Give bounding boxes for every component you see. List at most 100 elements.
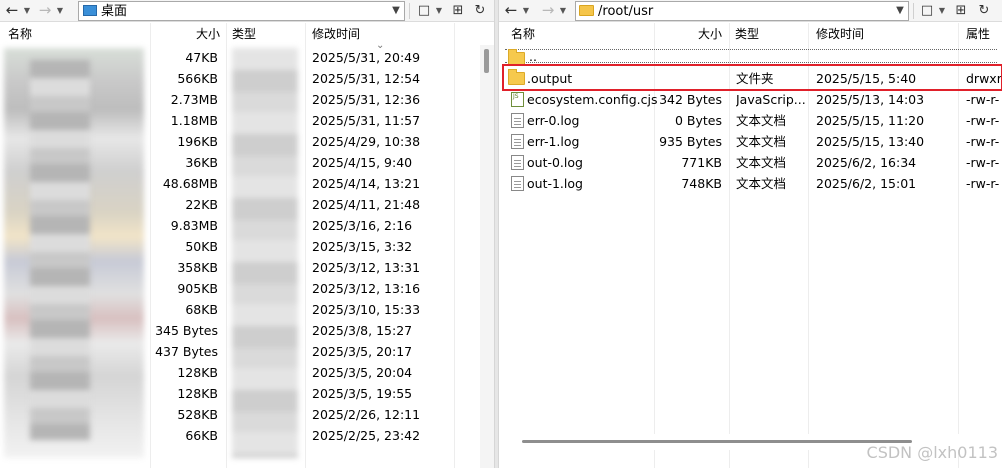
column-header-size[interactable]: 大小 (150, 23, 226, 45)
watermark: CSDN @lxh0113 (866, 443, 998, 462)
file-size: 771KB (681, 155, 722, 170)
file-attributes: -rw-r- (966, 176, 1000, 191)
scrollbar-thumb[interactable] (484, 49, 489, 73)
file-size: 48.68MB (162, 176, 218, 191)
left-column-header: 名称 大小 类型 修改时间 ⌄ (0, 23, 494, 51)
folder-icon (579, 5, 594, 16)
column-header-modified[interactable]: 修改时间 (306, 23, 366, 45)
file-size: 50KB (185, 239, 218, 254)
column-header-type[interactable]: 类型 (226, 23, 262, 45)
file-size: 128KB (177, 386, 218, 401)
table-row[interactable]: 905KB 2025/3/12, 13:16 (0, 278, 494, 299)
file-modified: 2025/5/31, 11:57 (312, 113, 421, 128)
right-path-text: /root/usr (598, 4, 654, 19)
file-size: 2.73MB (170, 92, 218, 107)
file-modified: 2025/5/15, 11:20 (816, 113, 925, 128)
bookmark-caret-icon[interactable]: ▼ (937, 0, 947, 22)
file-size: 22KB (185, 197, 218, 212)
file-type: 文本文档 (736, 134, 787, 149)
right-toolbar: ← ▼ → ▼ /root/usr ▼ □ ▼ ⊞ ↻ (499, 0, 1002, 22)
file-size: 748KB (681, 176, 722, 191)
table-row[interactable]: out-1.log 748KB 文本文档 2025/6/2, 15:01 -rw-r- (499, 173, 1002, 194)
right-path-box[interactable]: /root/usr ▼ (575, 1, 909, 21)
js-file-icon (511, 92, 524, 107)
file-name: err-0.log (527, 113, 580, 128)
path-dropdown-icon[interactable]: ▼ (388, 2, 404, 20)
refresh-icon[interactable]: ↻ (974, 1, 994, 21)
column-header-name[interactable]: 名称 (2, 23, 38, 45)
file-attributes: -rw-r- (966, 155, 1000, 170)
table-row[interactable]: 2.73MB 2025/5/31, 12:36 (0, 89, 494, 110)
forward-history-caret-icon[interactable]: ▼ (55, 0, 65, 22)
file-modified: 2025/3/5, 19:55 (312, 386, 413, 401)
table-row[interactable]: 566KB 2025/5/31, 12:54 (0, 68, 494, 89)
column-header-attributes[interactable]: 属性 (960, 23, 996, 45)
file-modified: 2025/3/5, 20:17 (312, 344, 413, 359)
file-modified: 2025/5/13, 14:03 (816, 92, 925, 107)
back-history-caret-icon[interactable]: ▼ (521, 0, 531, 22)
table-row[interactable]: 68KB 2025/3/10, 15:33 (0, 299, 494, 320)
file-type: 文本文档 (736, 176, 787, 191)
table-row[interactable]: 196KB 2025/4/29, 10:38 (0, 131, 494, 152)
new-folder-icon[interactable]: ⊞ (448, 1, 468, 21)
file-modified: 2025/4/29, 10:38 (312, 134, 421, 149)
column-header-type[interactable]: 类型 (729, 23, 765, 45)
file-modified: 2025/6/2, 16:34 (816, 155, 917, 170)
bookmark-icon[interactable]: □ (917, 1, 937, 21)
left-file-pane[interactable]: ← ▼ → ▼ 桌面 ▼ □ ▼ ⊞ ↻ 名称 大小 类型 修改时间 ⌄ 47K… (0, 0, 494, 468)
column-header-size[interactable]: 大小 (654, 23, 728, 45)
table-row[interactable]: 47KB 2025/5/31, 20:49 (0, 47, 494, 68)
table-row[interactable]: 528KB 2025/2/26, 12:11 (0, 404, 494, 425)
path-dropdown-icon[interactable]: ▼ (892, 2, 908, 20)
bookmark-icon[interactable]: □ (414, 1, 434, 21)
table-row[interactable]: 1.18MB 2025/5/31, 11:57 (0, 110, 494, 131)
forward-history-caret-icon[interactable]: ▼ (558, 0, 568, 22)
file-name: err-1.log (527, 134, 580, 149)
column-header-modified[interactable]: 修改时间 (810, 23, 870, 45)
file-size: 68KB (185, 302, 218, 317)
table-row[interactable]: 50KB 2025/3/15, 3:32 (0, 236, 494, 257)
table-row[interactable]: 22KB 2025/4/11, 21:48 (0, 194, 494, 215)
right-column-header: 名称 大小 类型 修改时间 属性 (499, 23, 1002, 45)
file-attributes: -rw-r- (966, 134, 1000, 149)
table-row[interactable]: 358KB 2025/3/12, 13:31 (0, 257, 494, 278)
refresh-icon[interactable]: ↻ (470, 1, 490, 21)
file-size: 935 Bytes (659, 134, 722, 149)
table-row[interactable]: ecosystem.config.cjs342 Bytes JavaScrip..… (499, 89, 1002, 110)
file-size: 0 Bytes (674, 113, 722, 128)
right-file-pane[interactable]: ← ▼ → ▼ /root/usr ▼ □ ▼ ⊞ ↻ 名称 大小 类型 修改时… (499, 0, 1002, 468)
table-row[interactable]: 36KB 2025/4/15, 9:40 (0, 152, 494, 173)
left-path-text: 桌面 (101, 4, 128, 19)
file-size: 66KB (185, 428, 218, 443)
table-row[interactable]: 437 Bytes 2025/3/5, 20:17 (0, 341, 494, 362)
left-path-box[interactable]: 桌面 ▼ (78, 1, 405, 21)
scrollbar-thumb[interactable] (522, 440, 912, 443)
table-row[interactable]: 128KB 2025/3/5, 19:55 (0, 383, 494, 404)
table-row[interactable]: err-1.log 935 Bytes 文本文档 2025/5/15, 13:40 -r… (499, 131, 1002, 152)
new-folder-icon[interactable]: ⊞ (951, 1, 971, 21)
table-row[interactable]: 128KB 2025/3/5, 20:04 (0, 362, 494, 383)
back-arrow-icon[interactable]: ← (3, 0, 21, 22)
table-row[interactable]: err-0.log 0 Bytes 文本文档 2025/5/15, 11:20 -rw-… (499, 110, 1002, 131)
bookmark-caret-icon[interactable]: ▼ (434, 0, 444, 22)
file-modified: 2025/5/15, 13:40 (816, 134, 925, 149)
file-modified: 2025/5/31, 12:36 (312, 92, 421, 107)
table-row[interactable]: 345 Bytes 2025/3/8, 15:27 (0, 320, 494, 341)
file-modified: 2025/2/25, 23:42 (312, 428, 421, 443)
desktop-folder-icon (83, 5, 97, 16)
table-row[interactable]: 9.83MB 2025/3/16, 2:16 (0, 215, 494, 236)
table-row[interactable]: 48.68MB 2025/4/14, 13:21 (0, 173, 494, 194)
table-row[interactable]: 66KB 2025/2/25, 23:42 (0, 425, 494, 446)
file-modified: 2025/5/31, 20:49 (312, 50, 421, 65)
file-size: 528KB (177, 407, 218, 422)
left-vertical-scrollbar[interactable] (480, 45, 494, 468)
back-history-caret-icon[interactable]: ▼ (22, 0, 32, 22)
forward-arrow-icon[interactable]: → (36, 0, 54, 22)
file-size: 342 Bytes (659, 92, 722, 107)
file-attributes: -rw-r- (966, 113, 1000, 128)
forward-arrow-icon[interactable]: → (539, 0, 557, 22)
toolbar-divider (913, 3, 914, 19)
column-header-name[interactable]: 名称 (505, 23, 541, 45)
back-arrow-icon[interactable]: ← (502, 0, 520, 22)
table-row[interactable]: out-0.log 771KB 文本文档 2025/6/2, 16:34 -rw-r- (499, 152, 1002, 173)
